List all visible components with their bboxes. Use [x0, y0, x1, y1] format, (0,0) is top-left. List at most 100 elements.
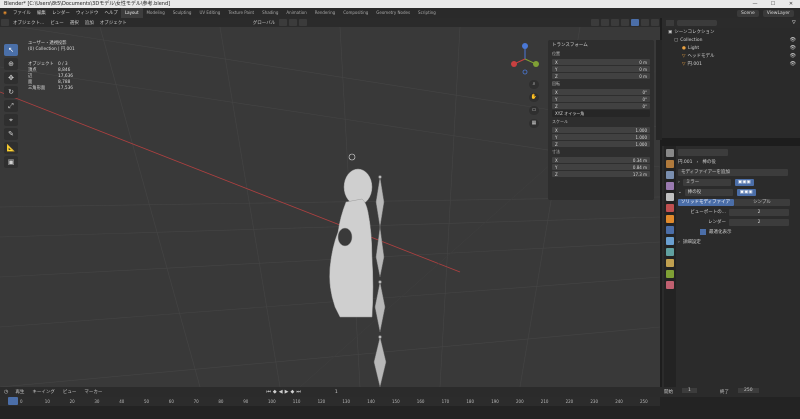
workspace-tab-scripting[interactable]: Scripting	[414, 8, 440, 18]
move-tool-icon[interactable]: ✥	[4, 72, 18, 84]
outliner-search-input[interactable]	[677, 20, 717, 26]
particles-tab-icon[interactable]	[666, 237, 674, 245]
chevron-down-icon[interactable]: ›	[678, 180, 680, 185]
workspace-tab-geometry-nodes[interactable]: Geometry Nodes	[372, 8, 414, 18]
render-levels-field[interactable]: 2	[729, 218, 789, 226]
menu-keying[interactable]: キーイング	[28, 389, 59, 395]
snap-icon[interactable]	[289, 19, 298, 26]
menu-select[interactable]: 選択	[67, 20, 82, 26]
rotation-y-field[interactable]: Y 0°	[552, 96, 650, 102]
outliner-row[interactable]: ▽ 円.001 👁	[662, 60, 800, 68]
workspace-tab-rendering[interactable]: Rendering	[311, 8, 339, 18]
menu-view[interactable]: ビュー	[47, 20, 67, 26]
properties-search-input[interactable]	[678, 148, 728, 156]
proportional-edit-icon[interactable]	[299, 19, 308, 26]
tool-tab-icon[interactable]	[666, 149, 674, 157]
maximize-button[interactable]: ☐	[764, 0, 782, 8]
world-tab-icon[interactable]	[666, 204, 674, 212]
modifier-name-field[interactable]: 棒の役	[684, 188, 733, 196]
blender-logo-icon[interactable]: ◉	[0, 11, 10, 16]
next-key-icon[interactable]: ◆	[290, 389, 294, 395]
checkbox-checked-icon[interactable]	[700, 229, 706, 235]
modifier-toggle-icons[interactable]: ▣▣▣	[736, 188, 756, 196]
visibility-icon[interactable]	[591, 19, 599, 26]
menu-render[interactable]: レンダー	[49, 10, 73, 16]
menu-help[interactable]: ヘルプ	[101, 10, 121, 16]
menu-file[interactable]: ファイル	[10, 10, 34, 16]
catmull-clark-tab[interactable]: ソリッドモディファイア	[678, 198, 734, 206]
object-tab-icon[interactable]	[666, 215, 674, 223]
material-tab-icon[interactable]	[666, 281, 674, 289]
menu-edit[interactable]: 編集	[34, 10, 49, 16]
add-cube-tool-icon[interactable]: ▣	[4, 156, 18, 168]
shading-solid-icon[interactable]	[631, 19, 639, 26]
jump-end-icon[interactable]: ⏭	[296, 389, 301, 395]
output-tab-icon[interactable]	[666, 171, 674, 179]
modifier-name-field[interactable]: ミラー	[682, 178, 731, 186]
menu-marker[interactable]: マーカー	[80, 389, 106, 395]
eye-icon[interactable]: 👁	[782, 45, 796, 51]
menu-view[interactable]: ビュー	[59, 389, 81, 395]
transform-orientation[interactable]: グローバル	[250, 20, 278, 26]
modifier-toggle-icons[interactable]: ▣▣▣	[734, 178, 754, 186]
outliner-row[interactable]: ▢ Collection 👁	[662, 36, 800, 44]
render-tab-icon[interactable]	[666, 160, 674, 168]
menu-add[interactable]: 追加	[82, 20, 97, 26]
advanced-section[interactable]: › 詳細設定	[678, 238, 798, 246]
grid-icon[interactable]: ▦	[529, 119, 539, 128]
cursor-tool-icon[interactable]: ⊕	[4, 58, 18, 70]
editor-type-icon[interactable]	[1, 19, 9, 26]
eye-icon[interactable]: 👁	[782, 53, 796, 59]
modifier-row-subdivision[interactable]: ⌄ 棒の役 ▣▣▣	[678, 188, 798, 196]
outliner-scene-row[interactable]: ▣ シーンコレクション	[662, 28, 800, 36]
rotation-mode-dropdown[interactable]: XYZ オイラー角	[552, 110, 650, 117]
end-frame-field[interactable]: 250	[738, 388, 759, 393]
view-layer-tab-icon[interactable]	[666, 182, 674, 190]
camera-icon[interactable]: ▭	[529, 106, 539, 115]
eye-icon[interactable]: 👁	[782, 61, 796, 67]
mode-selector[interactable]: オブジェクト...	[10, 20, 47, 26]
navigation-gizmo[interactable]	[508, 42, 542, 76]
gizmo-icon[interactable]	[601, 19, 609, 26]
menu-playback[interactable]: 再生	[11, 389, 28, 395]
data-tab-icon[interactable]	[666, 270, 674, 278]
editor-type-icon[interactable]	[666, 20, 674, 26]
filter-icon[interactable]: ⛛	[792, 20, 796, 26]
rotation-x-field[interactable]: X 0°	[552, 89, 650, 95]
eye-icon[interactable]: 👁	[782, 37, 796, 43]
location-x-field[interactable]: X0 m	[552, 59, 650, 65]
pivot-icon[interactable]	[279, 19, 288, 26]
outliner-row[interactable]: ▽ ヘッドモデル 👁	[662, 52, 800, 60]
workspace-tab-modeling[interactable]: Modeling	[143, 8, 169, 18]
playhead[interactable]	[8, 397, 18, 405]
menu-window[interactable]: ウィンドウ	[73, 10, 102, 16]
pan-hand-icon[interactable]: ✋	[529, 93, 539, 102]
clock-icon[interactable]: ◷	[4, 389, 8, 395]
dimensions-z-field[interactable]: Z 17.3 m	[552, 171, 650, 177]
view-layer-selector[interactable]: ViewLayer	[762, 9, 794, 17]
workspace-tab-texture-paint[interactable]: Texture Paint	[224, 8, 258, 18]
simple-tab[interactable]: シンプル	[734, 198, 790, 206]
select-tool-icon[interactable]: ↖	[4, 44, 18, 56]
workspace-tab-uv-editing[interactable]: UV Editing	[195, 8, 224, 18]
shading-render-icon[interactable]	[651, 19, 659, 26]
transform-tool-icon[interactable]: ⌖	[4, 114, 18, 126]
rotate-tool-icon[interactable]: ↻	[4, 86, 18, 98]
workspace-tab-sculpting[interactable]: Sculpting	[169, 8, 196, 18]
play-icon[interactable]: ▶	[285, 389, 289, 395]
modifier-row-mirror[interactable]: › ミラー ▣▣▣	[678, 178, 798, 186]
location-z-field[interactable]: Z0 m	[552, 73, 650, 79]
scale-x-field[interactable]: X 1.000	[552, 127, 650, 133]
scale-z-field[interactable]: Z 1.000	[552, 141, 650, 147]
overlay-icon[interactable]	[611, 19, 619, 26]
minimize-button[interactable]: —	[746, 0, 764, 8]
shading-material-icon[interactable]	[641, 19, 649, 26]
viewport-levels-field[interactable]: 2	[729, 208, 789, 216]
physics-tab-icon[interactable]	[666, 248, 674, 256]
modifier-tab-icon[interactable]	[666, 226, 674, 234]
start-frame-field[interactable]: 1	[682, 388, 697, 393]
transform-panel-title[interactable]: トランスフォーム	[548, 40, 654, 50]
dimensions-y-field[interactable]: Y 0.84 m	[552, 164, 650, 170]
play-reverse-icon[interactable]: ◀	[279, 389, 283, 395]
rotation-z-field[interactable]: Z 0°	[552, 103, 650, 109]
